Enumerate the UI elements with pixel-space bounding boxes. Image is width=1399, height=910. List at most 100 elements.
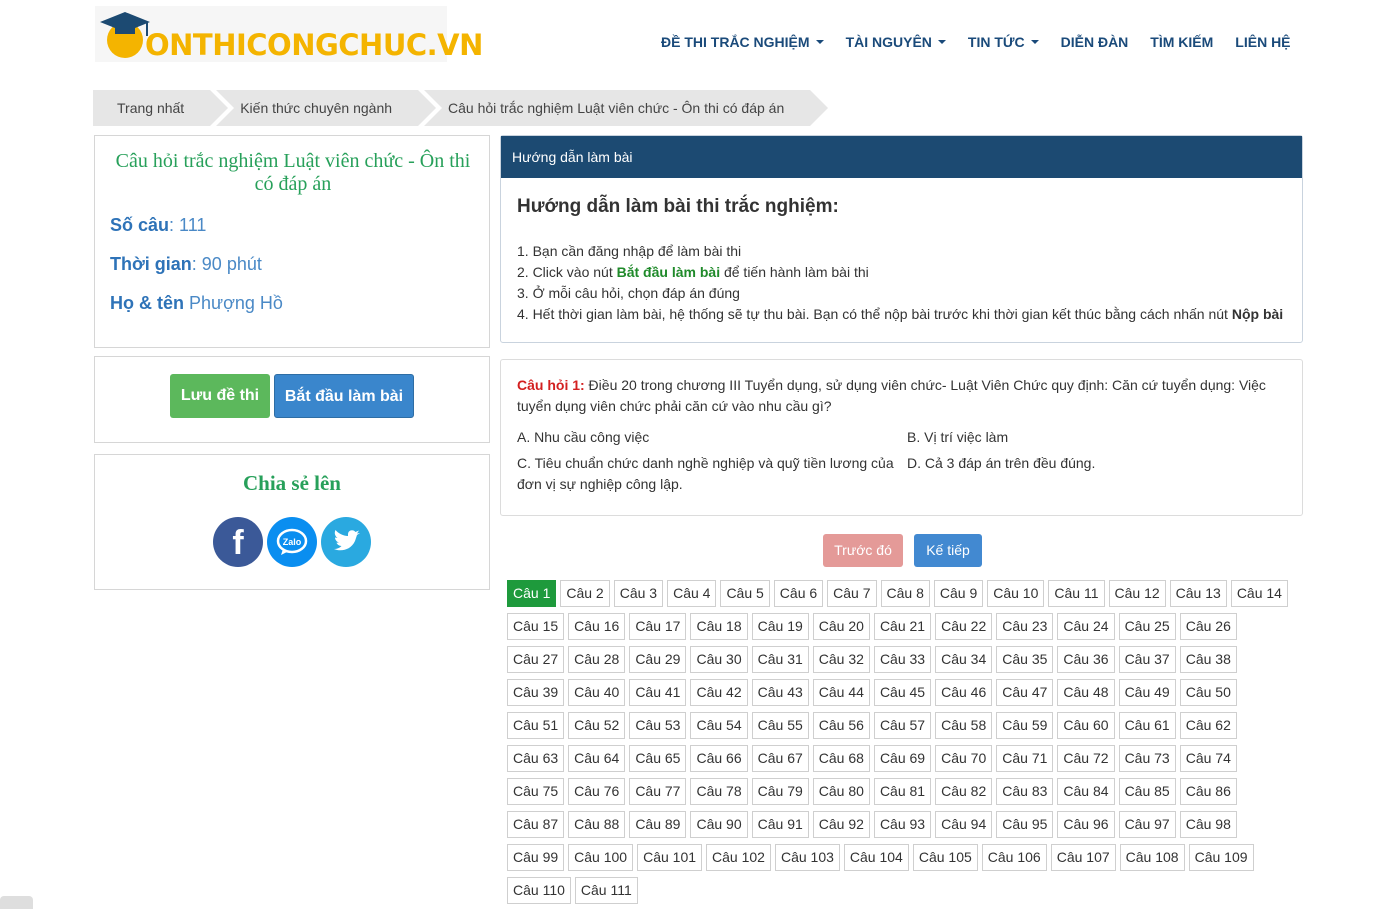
question-number-button[interactable]: Câu 22	[935, 613, 993, 640]
question-number-button[interactable]: Câu 1	[507, 580, 557, 607]
question-number-button[interactable]: Câu 20	[812, 613, 870, 640]
question-number-button[interactable]: Câu 19	[751, 613, 809, 640]
question-number-button[interactable]: Câu 6	[773, 580, 824, 607]
question-number-button[interactable]: Câu 43	[751, 679, 809, 706]
question-number-button[interactable]: Câu 9	[933, 580, 984, 607]
question-number-button[interactable]: Câu 58	[935, 712, 993, 739]
question-number-button[interactable]: Câu 7	[827, 580, 877, 607]
question-number-button[interactable]: Câu 80	[812, 778, 870, 805]
nav-tin-tuc[interactable]: TIN TỨC	[968, 34, 1039, 50]
question-number-button[interactable]: Câu 14	[1230, 580, 1288, 607]
scroll-tab[interactable]	[0, 896, 33, 909]
question-number-button[interactable]: Câu 108	[1119, 844, 1185, 871]
breadcrumb-category[interactable]: Kiến thức chuyên ngành	[216, 90, 436, 126]
question-number-button[interactable]: Câu 65	[629, 745, 687, 772]
question-number-button[interactable]: Câu 93	[873, 811, 932, 838]
nav-de-thi[interactable]: ĐỀ THI TRẮC NGHIỆM	[661, 34, 824, 50]
question-number-button[interactable]: Câu 41	[629, 679, 687, 706]
question-number-button[interactable]: Câu 27	[507, 646, 565, 673]
question-number-button[interactable]: Câu 97	[1118, 811, 1176, 838]
next-button[interactable]: Kế tiếp	[914, 534, 982, 567]
question-number-button[interactable]: Câu 70	[935, 745, 993, 772]
question-number-button[interactable]: Câu 40	[568, 679, 626, 706]
question-number-button[interactable]: Câu 28	[568, 646, 626, 673]
question-number-button[interactable]: Câu 104	[843, 844, 909, 871]
nav-lien-he[interactable]: LIÊN HỆ	[1235, 34, 1290, 50]
question-number-button[interactable]: Câu 25	[1118, 613, 1176, 640]
question-number-button[interactable]: Câu 18	[690, 613, 748, 640]
question-number-button[interactable]: Câu 102	[706, 844, 771, 871]
question-number-button[interactable]: Câu 57	[873, 712, 932, 739]
question-number-button[interactable]: Câu 107	[1050, 844, 1116, 871]
question-number-button[interactable]: Câu 89	[629, 811, 687, 838]
question-number-button[interactable]: Câu 10	[987, 580, 1045, 607]
question-number-button[interactable]: Câu 81	[873, 778, 932, 805]
question-number-button[interactable]: Câu 101	[637, 844, 703, 871]
question-number-button[interactable]: Câu 21	[873, 613, 932, 640]
question-number-button[interactable]: Câu 12	[1108, 580, 1166, 607]
question-number-button[interactable]: Câu 79	[751, 778, 809, 805]
question-number-button[interactable]: Câu 66	[690, 745, 748, 772]
facebook-icon[interactable]: f	[213, 517, 263, 567]
question-number-button[interactable]: Câu 26	[1179, 613, 1237, 640]
question-number-button[interactable]: Câu 69	[873, 745, 932, 772]
question-number-button[interactable]: Câu 103	[774, 844, 840, 871]
question-number-button[interactable]: Câu 49	[1118, 679, 1176, 706]
question-number-button[interactable]: Câu 11	[1048, 580, 1105, 607]
question-number-button[interactable]: Câu 64	[568, 745, 626, 772]
option-a[interactable]: A. Nhu cầu công việc	[517, 427, 897, 448]
question-number-button[interactable]: Câu 52	[568, 712, 626, 739]
question-number-button[interactable]: Câu 29	[629, 646, 687, 673]
question-number-button[interactable]: Câu 55	[751, 712, 809, 739]
question-number-button[interactable]: Câu 38	[1179, 646, 1237, 673]
option-d[interactable]: D. Cả 3 đáp án trên đều đúng.	[907, 453, 1287, 474]
question-number-button[interactable]: Câu 91	[751, 811, 809, 838]
question-number-button[interactable]: Câu 60	[1057, 712, 1115, 739]
save-exam-button[interactable]: Lưu đề thi	[170, 374, 270, 418]
question-number-button[interactable]: Câu 99	[507, 844, 565, 871]
question-number-button[interactable]: Câu 13	[1169, 580, 1227, 607]
question-number-button[interactable]: Câu 73	[1118, 745, 1176, 772]
question-number-button[interactable]: Câu 86	[1179, 778, 1237, 805]
question-number-button[interactable]: Câu 44	[812, 679, 870, 706]
twitter-icon[interactable]	[321, 517, 371, 567]
question-number-button[interactable]: Câu 92	[812, 811, 870, 838]
question-number-button[interactable]: Câu 36	[1057, 646, 1115, 673]
question-number-button[interactable]: Câu 94	[935, 811, 993, 838]
question-number-button[interactable]: Câu 33	[873, 646, 932, 673]
question-number-button[interactable]: Câu 3	[613, 580, 664, 607]
question-number-button[interactable]: Câu 96	[1057, 811, 1115, 838]
option-c[interactable]: C. Tiêu chuẩn chức danh nghề nghiệp và q…	[517, 453, 899, 495]
nav-dien-dan[interactable]: DIỄN ĐÀN	[1061, 34, 1129, 50]
question-number-button[interactable]: Câu 50	[1179, 679, 1237, 706]
question-number-button[interactable]: Câu 62	[1179, 712, 1237, 739]
question-number-button[interactable]: Câu 88	[568, 811, 626, 838]
zalo-icon[interactable]: Zalo	[267, 517, 317, 567]
question-number-button[interactable]: Câu 30	[690, 646, 748, 673]
question-number-button[interactable]: Câu 67	[751, 745, 809, 772]
question-number-button[interactable]: Câu 16	[568, 613, 626, 640]
nav-tim-kiem[interactable]: TÌM KIẾM	[1150, 34, 1213, 50]
question-number-button[interactable]: Câu 5	[720, 580, 770, 607]
question-number-button[interactable]: Câu 17	[629, 613, 687, 640]
question-number-button[interactable]: Câu 110	[507, 877, 571, 904]
question-number-button[interactable]: Câu 54	[690, 712, 748, 739]
nav-tai-nguyen[interactable]: TÀI NGUYÊN	[846, 34, 946, 50]
question-number-button[interactable]: Câu 4	[667, 580, 717, 607]
question-number-button[interactable]: Câu 35	[996, 646, 1054, 673]
question-number-button[interactable]: Câu 109	[1188, 844, 1254, 871]
question-number-button[interactable]: Câu 31	[751, 646, 809, 673]
question-number-button[interactable]: Câu 53	[629, 712, 687, 739]
question-number-button[interactable]: Câu 2	[560, 580, 610, 607]
question-number-button[interactable]: Câu 71	[996, 745, 1054, 772]
question-number-button[interactable]: Câu 45	[873, 679, 932, 706]
question-number-button[interactable]: Câu 56	[812, 712, 870, 739]
question-number-button[interactable]: Câu 95	[996, 811, 1054, 838]
question-number-button[interactable]: Câu 8	[880, 580, 930, 607]
question-number-button[interactable]: Câu 59	[996, 712, 1054, 739]
question-number-button[interactable]: Câu 84	[1057, 778, 1115, 805]
question-number-button[interactable]: Câu 85	[1118, 778, 1176, 805]
question-number-button[interactable]: Câu 87	[507, 811, 565, 838]
question-number-button[interactable]: Câu 46	[935, 679, 993, 706]
question-number-button[interactable]: Câu 39	[507, 679, 565, 706]
